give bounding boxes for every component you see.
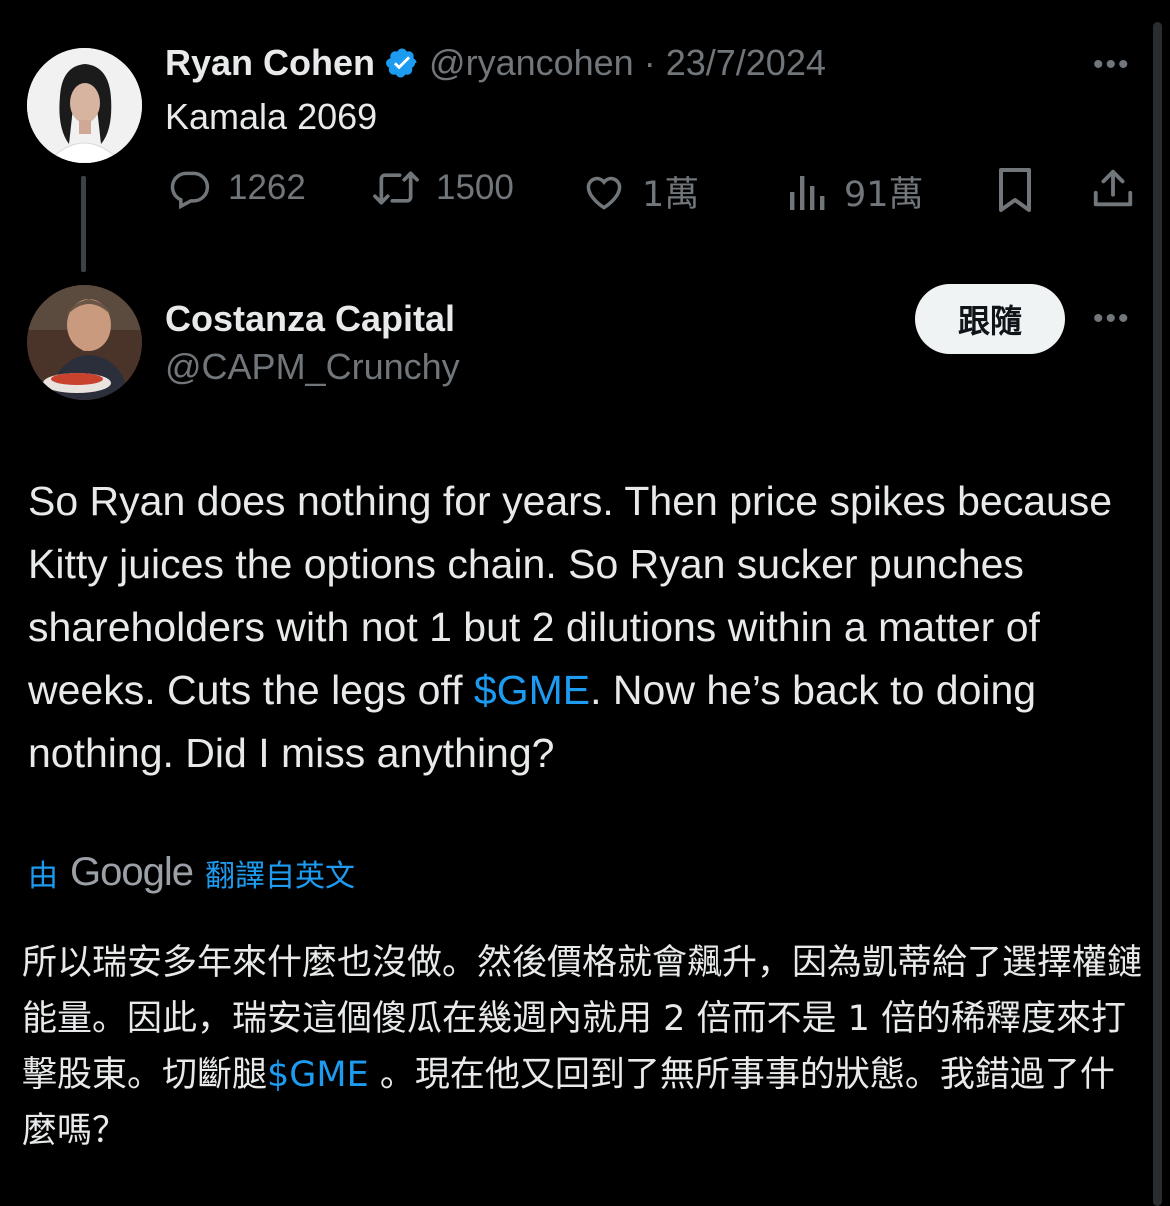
bookmark-icon (999, 168, 1031, 212)
like-button[interactable]: 1萬 (580, 166, 699, 217)
reply-tweet-text: So Ryan does nothing for years. Then pri… (28, 470, 1148, 785)
share-icon (1093, 169, 1133, 207)
follow-button[interactable]: 跟隨 (915, 284, 1065, 354)
reply-author-handle[interactable]: @CAPM_Crunchy (165, 346, 460, 388)
reply-author-name[interactable]: Costanza Capital (165, 298, 455, 340)
reply-count: 1262 (228, 168, 306, 207)
author-handle[interactable]: @ryancohen (429, 42, 634, 84)
more-icon[interactable]: ••• (1093, 302, 1131, 336)
avatar-image (27, 48, 142, 163)
views-count: 91萬 (844, 175, 924, 215)
bookmark-button[interactable] (993, 166, 1037, 214)
avatar-costanza-capital[interactable] (27, 285, 142, 400)
reply-button[interactable]: 1262 (166, 166, 306, 210)
views-icon (790, 175, 825, 210)
like-count: 1萬 (642, 175, 700, 215)
reply-icon (170, 171, 210, 210)
thread-line (81, 176, 86, 272)
author-name[interactable]: Ryan Cohen (165, 42, 375, 84)
cashtag-link[interactable]: $GME (267, 1055, 369, 1095)
views-button[interactable]: 91萬 (786, 166, 924, 217)
google-logo: Google (70, 850, 194, 894)
separator: · (643, 42, 656, 83)
repost-icon (373, 171, 419, 205)
share-button[interactable] (1090, 166, 1136, 212)
translated-text: 所以瑞安多年來什麼也沒做。然後價格就會飆升，因為凱蒂給了選擇權鏈能量。因此，瑞安… (22, 935, 1142, 1159)
translation-prefix: 由 (28, 858, 58, 894)
repost-button[interactable]: 1500 (370, 166, 514, 210)
translation-suffix: 翻譯自英文 (204, 858, 355, 894)
like-icon (586, 176, 622, 210)
repost-count: 1500 (436, 168, 514, 207)
parent-tweet-header: Ryan Cohen @ryancohen · 23/7/2024 (165, 42, 826, 84)
avatar-ryan-cohen[interactable] (27, 48, 142, 163)
verified-badge-icon (386, 48, 417, 78)
cashtag-link[interactable]: $GME (474, 667, 590, 713)
more-icon[interactable]: ••• (1093, 48, 1131, 82)
avatar-image (27, 285, 142, 400)
translation-attribution[interactable]: 由 Google 翻譯自英文 (28, 850, 355, 895)
tweet-date[interactable]: 23/7/2024 (666, 42, 826, 84)
parent-tweet-text: Kamala 2069 (165, 96, 378, 137)
scrollbar[interactable] (1153, 22, 1162, 1206)
